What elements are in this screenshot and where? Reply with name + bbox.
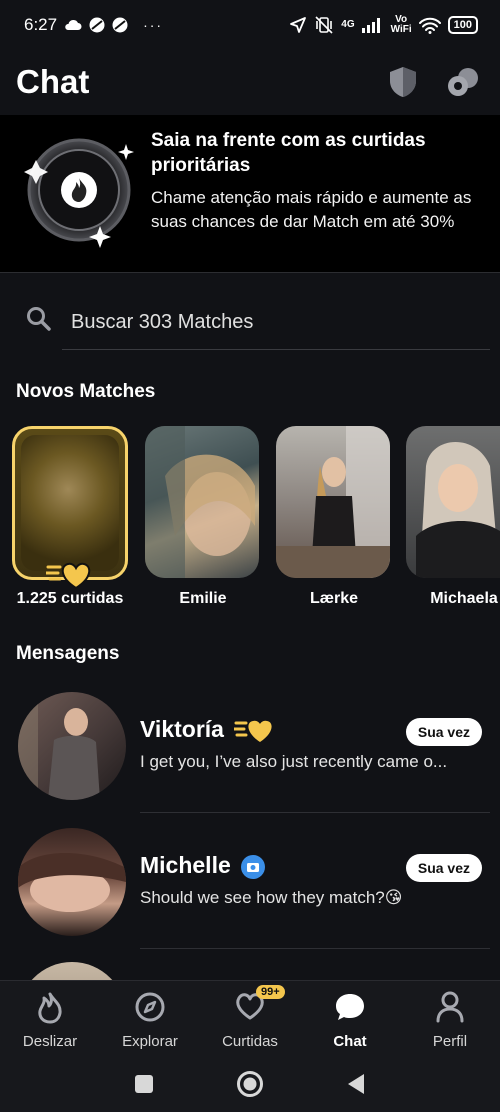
search-input[interactable] <box>62 296 490 350</box>
header-actions <box>388 66 484 98</box>
match-photo <box>145 426 259 578</box>
divider <box>140 948 490 949</box>
verified-camera-icon <box>241 855 265 879</box>
priority-heart-icon <box>234 720 272 742</box>
match-card[interactable]: Emilie <box>145 426 261 607</box>
nav-label: Perfil <box>432 1033 468 1050</box>
status-left: 6:27 ··· <box>24 15 163 35</box>
nav-label: Deslizar <box>22 1033 78 1050</box>
vowifi-label: Vo WiFi <box>391 15 412 35</box>
wifi-icon <box>418 17 441 34</box>
nav-label: Curtidas <box>222 1033 278 1050</box>
conversation-row[interactable]: Viktoría Sua vez I get you, I’ve also ju… <box>0 680 500 816</box>
match-photo <box>406 426 500 578</box>
flame-outline-icon <box>38 992 62 1024</box>
avatar-photo <box>18 853 126 912</box>
search-bar <box>0 290 500 352</box>
match-name: Michaela <box>430 590 498 607</box>
flame-icon <box>24 138 134 248</box>
avatar-photo <box>18 692 100 800</box>
match-card[interactable]: Michaela <box>406 426 500 607</box>
cloud-icon <box>65 19 82 30</box>
shield-icon[interactable] <box>388 66 418 98</box>
match-name: Lærke <box>309 590 359 607</box>
likes-count-label: 1.225 curtidas <box>16 590 124 607</box>
nav-chat[interactable]: Chat <box>300 981 400 1056</box>
avatar <box>18 692 126 800</box>
profile-photo <box>145 426 255 578</box>
avatar <box>18 828 126 936</box>
your-turn-badge: Sua vez <box>405 854 482 882</box>
new-matches-row: 1.225 curtidas Emilie Lærke Michaela <box>0 426 500 616</box>
home-icon[interactable] <box>236 1070 264 1098</box>
likes-card[interactable]: 1.225 curtidas <box>12 426 128 607</box>
compass-icon <box>135 992 165 1022</box>
promo-text: Saia na frente com as curtidas prioritár… <box>151 128 481 234</box>
signal-icon <box>361 18 380 33</box>
person-icon <box>436 991 464 1023</box>
network-4g-label: 4G <box>341 19 355 30</box>
bottom-navigation: Deslizar Explorar 99+ Curtidas Chat Perf… <box>0 980 500 1056</box>
blocked-app-icon <box>89 17 105 33</box>
match-photo <box>276 426 390 578</box>
messages-list: Viktoría Sua vez I get you, I’ve also ju… <box>0 680 500 980</box>
vowifi-bottom: WiFi <box>390 24 412 35</box>
profile-photo <box>276 426 390 578</box>
priority-likes-banner[interactable]: Saia na frente com as curtidas prioritár… <box>0 115 500 273</box>
back-icon[interactable] <box>346 1073 366 1095</box>
status-right: 4G Vo WiFi 100 <box>289 15 478 35</box>
blocked-app-icon-2 <box>112 17 128 33</box>
match-name: Emilie <box>179 590 227 607</box>
likes-photo <box>12 426 128 580</box>
vibrate-mute-icon <box>315 16 333 34</box>
nav-swipe[interactable]: Deslizar <box>0 981 100 1056</box>
conversation-preview: I get you, I’ve also just recently came … <box>140 752 448 771</box>
app-header: Chat <box>0 52 500 112</box>
divider <box>140 812 490 813</box>
nav-explore[interactable]: Explorar <box>100 981 200 1056</box>
avatar <box>18 962 126 980</box>
priority-heart-icon <box>46 562 91 590</box>
messages-heading: Mensagens <box>16 643 120 664</box>
conversation-preview: Should we see how they match?😘 <box>140 888 403 907</box>
status-time: 6:27 <box>24 15 58 34</box>
more-notifications-icon: ··· <box>143 17 164 33</box>
your-turn-badge: Sua vez <box>405 718 482 746</box>
profile-photo <box>416 441 500 578</box>
location-arrow-icon <box>290 17 307 33</box>
promo-description: Chame atenção mais rápido e aumente as s… <box>151 188 472 231</box>
conversation-row[interactable] <box>0 952 500 980</box>
search-icon <box>27 307 51 331</box>
chat-bubbles-icon[interactable] <box>446 67 480 97</box>
likes-badge: 99+ <box>256 985 285 999</box>
nav-label: Explorar <box>122 1033 178 1050</box>
recent-apps-icon[interactable] <box>134 1074 154 1094</box>
conversation-name: Michelle <box>140 852 231 878</box>
system-navigation <box>0 1056 500 1112</box>
nav-profile[interactable]: Perfil <box>400 981 500 1056</box>
blurred-likes-preview <box>21 435 119 571</box>
nav-label: Chat <box>333 1033 367 1050</box>
new-matches-heading: Novos Matches <box>16 381 156 402</box>
match-card[interactable]: Lærke <box>276 426 392 607</box>
page-title: Chat <box>16 63 90 100</box>
battery-indicator: 100 <box>447 16 478 34</box>
status-bar: 6:27 ··· 4G Vo WiFi 100 <box>0 0 500 50</box>
conversation-name: Viktoría <box>140 716 224 742</box>
chat-bubble-icon <box>336 994 364 1020</box>
nav-likes[interactable]: 99+ Curtidas <box>200 981 300 1056</box>
promo-title: Saia na frente com as curtidas prioritár… <box>151 130 426 176</box>
conversation-row[interactable]: Michelle Sua vez Should we see how they … <box>0 816 500 952</box>
